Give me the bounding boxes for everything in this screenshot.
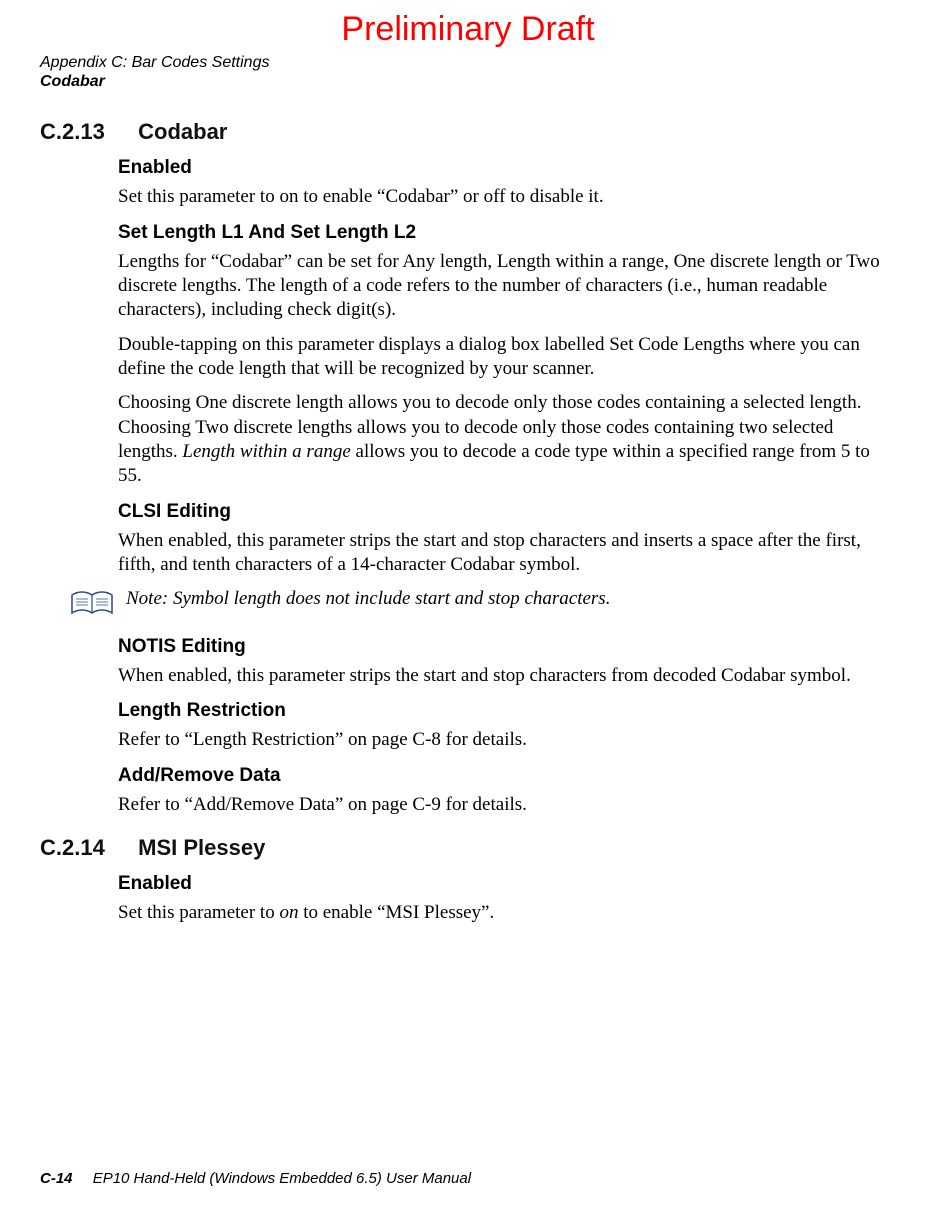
paragraph-enabled-msi: Set this parameter to on to enable “MSI … <box>118 901 886 925</box>
text-span-em: on <box>279 902 298 923</box>
paragraph-notis: When enabled, this parameter strips the … <box>118 664 886 688</box>
subheading-add-remove: Add/Remove Data <box>118 765 886 787</box>
text-span: to enable “MSI Plessey”. <box>298 902 494 923</box>
running-header-topic: Codabar <box>40 72 896 91</box>
paragraph-length-restriction: Refer to “Length Restriction” on page C-… <box>118 728 886 752</box>
text-span-em: Length within a range <box>182 441 350 462</box>
section-number-c213: C.2.13 <box>40 119 132 145</box>
section-body-c213-cont: NOTIS Editing When enabled, this paramet… <box>118 636 886 817</box>
subheading-clsi: CLSI Editing <box>118 501 886 523</box>
section-heading-c213: C.2.13 Codabar <box>40 119 896 145</box>
note-label: Note: <box>126 588 168 609</box>
paragraph-set-length-3: Choosing One discrete length allows you … <box>118 391 886 488</box>
note-row: Note: Symbol length does not include sta… <box>70 587 896 624</box>
subheading-enabled: Enabled <box>118 157 886 179</box>
running-header-appendix: Appendix C: Bar Codes Settings <box>40 53 896 72</box>
paragraph-clsi: When enabled, this parameter strips the … <box>118 529 886 578</box>
text-span: Set this parameter to <box>118 902 279 923</box>
running-header: Appendix C: Bar Codes Settings Codabar <box>40 53 896 91</box>
paragraph-set-length-2: Double-tapping on this parameter display… <box>118 333 886 382</box>
book-icon <box>70 589 114 624</box>
paragraph-enabled: Set this parameter to on to enable “Coda… <box>118 185 886 209</box>
subheading-enabled-msi: Enabled <box>118 873 886 895</box>
section-title-c213: Codabar <box>138 119 227 144</box>
section-heading-c214: C.2.14 MSI Plessey <box>40 835 896 861</box>
footer-page-number: C-14 <box>40 1170 73 1187</box>
subheading-notis: NOTIS Editing <box>118 636 886 658</box>
footer-manual-title: EP10 Hand-Held (Windows Embedded 6.5) Us… <box>93 1170 471 1187</box>
section-body-c213: Enabled Set this parameter to on to enab… <box>118 157 886 577</box>
paragraph-add-remove: Refer to “Add/Remove Data” on page C-9 f… <box>118 793 886 817</box>
subheading-set-length: Set Length L1 And Set Length L2 <box>118 222 886 244</box>
section-body-c214: Enabled Set this parameter to on to enab… <box>118 873 886 925</box>
watermark: Preliminary Draft <box>40 10 896 49</box>
note-text: Note: Symbol length does not include sta… <box>126 587 610 612</box>
section-title-c214: MSI Plessey <box>138 835 265 860</box>
page: Preliminary Draft Appendix C: Bar Codes … <box>0 0 936 1215</box>
paragraph-set-length-1: Lengths for “Codabar” can be set for Any… <box>118 250 886 323</box>
subheading-length-restriction: Length Restriction <box>118 700 886 722</box>
page-footer: C-14 EP10 Hand-Held (Windows Embedded 6.… <box>40 1170 471 1187</box>
note-body: Symbol length does not include start and… <box>173 588 610 609</box>
section-number-c214: C.2.14 <box>40 835 132 861</box>
